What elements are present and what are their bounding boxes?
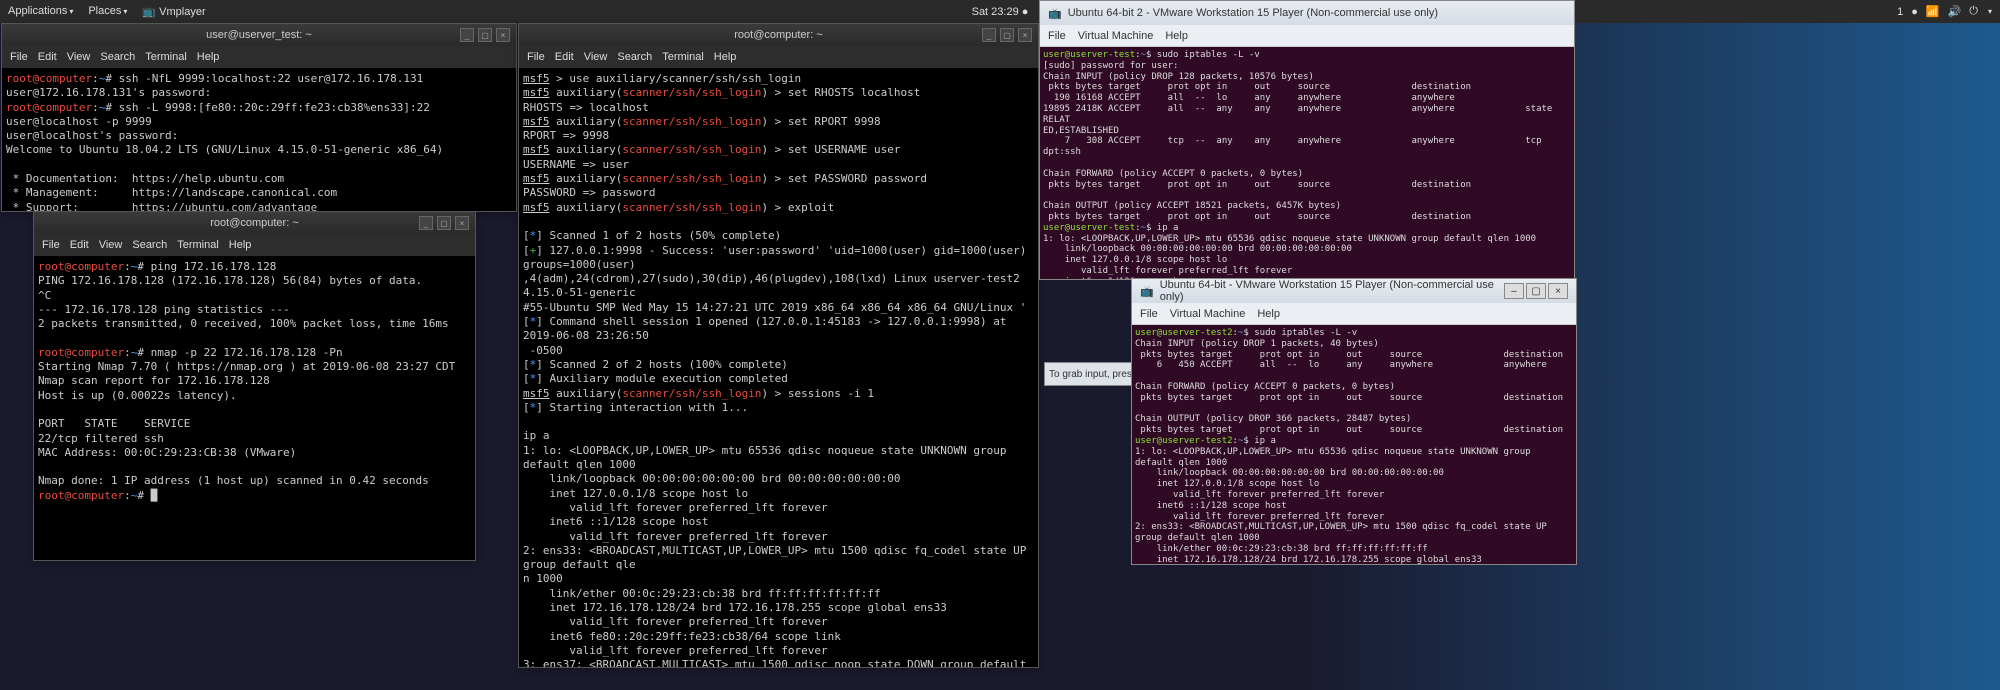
menu-edit[interactable]: Edit (555, 51, 574, 63)
gnome-taskbar: Applications▾ Places▾ 📺 Vmplayer Sat 23:… (0, 0, 2000, 23)
menu-file[interactable]: File (10, 51, 28, 63)
terminal-menubar: File Edit View Search Terminal Help (34, 234, 475, 256)
vmware-icon: 📺 (1048, 7, 1062, 20)
menu-edit[interactable]: Edit (38, 51, 57, 63)
terminal-window-3[interactable]: root@computer: ~ _ ▢ × File Edit View Se… (518, 23, 1039, 668)
power-icon[interactable]: ⏻ (1969, 5, 1978, 18)
terminal-window-1[interactable]: user@userver_test: ~ _ ▢ × File Edit Vie… (1, 23, 517, 212)
menu-edit[interactable]: Edit (70, 239, 89, 251)
menu-help[interactable]: Help (1165, 30, 1188, 42)
vmware-menubar: File Virtual Machine Help (1132, 303, 1576, 325)
vmware-icon: 📺 (1140, 285, 1154, 298)
menu-file[interactable]: File (42, 239, 60, 251)
network-icon[interactable]: 📶 (1926, 5, 1940, 18)
window-title: Ubuntu 64-bit 2 - VMware Workstation 15 … (1068, 7, 1438, 19)
terminal-output[interactable]: msf5 > use auxiliary/scanner/ssh/ssh_log… (519, 68, 1038, 667)
volume-icon[interactable]: 🔊 (1948, 5, 1962, 18)
menu-search[interactable]: Search (100, 51, 135, 63)
record-icon[interactable]: ● (1911, 6, 1918, 18)
menu-help[interactable]: Help (714, 51, 737, 63)
minimize-button[interactable]: _ (982, 28, 996, 42)
maximize-button[interactable]: ▢ (1000, 28, 1014, 42)
terminal-output[interactable]: root@computer:~# ssh -NfL 9999:localhost… (2, 68, 516, 211)
menu-file[interactable]: File (1140, 308, 1158, 320)
menu-file[interactable]: File (1048, 30, 1066, 42)
window-title: user@userver_test: ~ (206, 29, 312, 41)
window-title: root@computer: ~ (734, 29, 823, 41)
menu-view[interactable]: View (584, 51, 608, 63)
window-titlebar[interactable]: root@computer: ~ _ ▢ × (34, 212, 475, 234)
chevron-down-icon[interactable]: ▾ (1988, 7, 1992, 16)
grab-input-hint: To grab input, press Ctrl+ (1044, 362, 1132, 386)
places-menu[interactable]: Places▾ (88, 5, 127, 18)
chevron-down-icon: ▾ (123, 7, 127, 16)
vmware-titlebar[interactable]: 📺 Ubuntu 64-bit - VMware Workstation 15 … (1132, 279, 1576, 303)
close-button[interactable]: × (1548, 283, 1568, 299)
taskbar-clock[interactable]: Sat 23:29 ● (972, 6, 1029, 18)
vmplayer-taskbar-app[interactable]: 📺 Vmplayer (142, 5, 205, 18)
workspace-indicator[interactable]: 1 (1897, 6, 1903, 18)
menu-help[interactable]: Help (197, 51, 220, 63)
minimize-button[interactable]: – (1504, 283, 1524, 299)
maximize-button[interactable]: ▢ (437, 216, 451, 230)
close-button[interactable]: × (1018, 28, 1032, 42)
vm-terminal-output[interactable]: user@userver-test2:~$ sudo iptables -L -… (1132, 325, 1576, 564)
menu-file[interactable]: File (527, 51, 545, 63)
menu-search[interactable]: Search (617, 51, 652, 63)
window-title: root@computer: ~ (210, 217, 299, 229)
terminal-menubar: File Edit View Search Terminal Help (519, 46, 1038, 68)
vmware-titlebar[interactable]: 📺 Ubuntu 64-bit 2 - VMware Workstation 1… (1040, 1, 1574, 25)
window-titlebar[interactable]: user@userver_test: ~ _ ▢ × (2, 24, 516, 46)
menu-virtual-machine[interactable]: Virtual Machine (1078, 30, 1154, 42)
maximize-button[interactable]: ▢ (1526, 283, 1546, 299)
terminal-window-2[interactable]: root@computer: ~ _ ▢ × File Edit View Se… (33, 211, 476, 561)
menu-help[interactable]: Help (229, 239, 252, 251)
vmware-window-1[interactable]: 📺 Ubuntu 64-bit 2 - VMware Workstation 1… (1039, 0, 1575, 280)
close-button[interactable]: × (455, 216, 469, 230)
applications-menu[interactable]: Applications▾ (8, 5, 73, 18)
minimize-button[interactable]: _ (460, 28, 474, 42)
terminal-menubar: File Edit View Search Terminal Help (2, 46, 516, 68)
menu-view[interactable]: View (99, 239, 123, 251)
window-titlebar[interactable]: root@computer: ~ _ ▢ × (519, 24, 1038, 46)
window-title: Ubuntu 64-bit - VMware Workstation 15 Pl… (1160, 279, 1504, 303)
maximize-button[interactable]: ▢ (478, 28, 492, 42)
menu-help[interactable]: Help (1257, 308, 1280, 320)
menu-search[interactable]: Search (132, 239, 167, 251)
chevron-down-icon: ▾ (69, 7, 73, 16)
close-button[interactable]: × (496, 28, 510, 42)
menu-virtual-machine[interactable]: Virtual Machine (1170, 308, 1246, 320)
menu-terminal[interactable]: Terminal (177, 239, 219, 251)
vmware-menubar: File Virtual Machine Help (1040, 25, 1574, 47)
vmware-window-2[interactable]: 📺 Ubuntu 64-bit - VMware Workstation 15 … (1131, 278, 1577, 565)
vm-terminal-output[interactable]: user@userver-test:~$ sudo iptables -L -v… (1040, 47, 1574, 279)
terminal-output[interactable]: root@computer:~# ping 172.16.178.128 PIN… (34, 256, 475, 560)
menu-terminal[interactable]: Terminal (145, 51, 187, 63)
menu-view[interactable]: View (67, 51, 91, 63)
minimize-button[interactable]: _ (419, 216, 433, 230)
menu-terminal[interactable]: Terminal (662, 51, 704, 63)
